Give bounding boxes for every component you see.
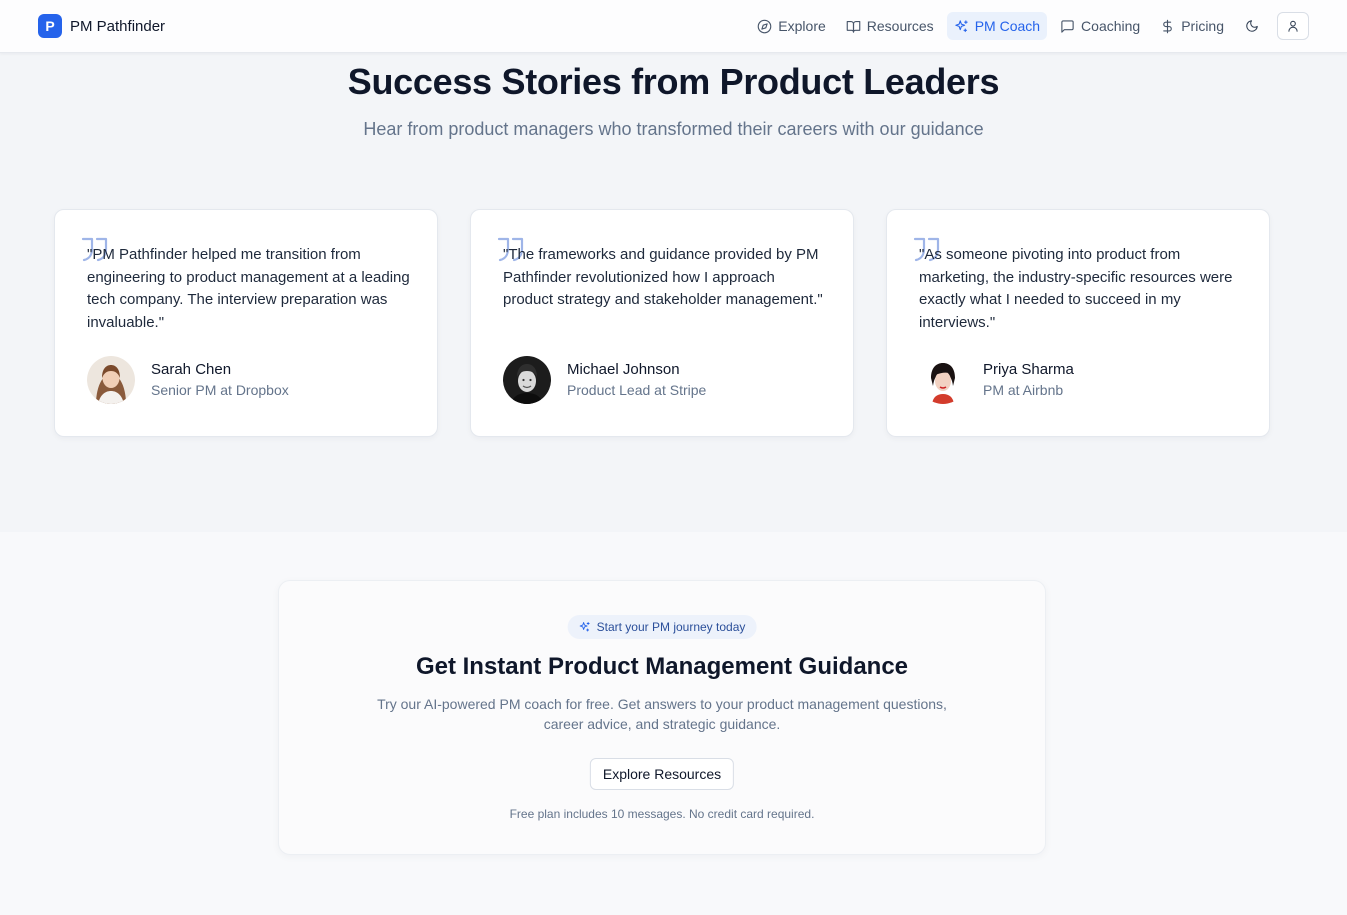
sparkles-icon [955,19,968,32]
cta-badge: Start your PM journey today [567,615,757,639]
book-open-icon [846,20,861,33]
cta-card: Start your PM journey today Get Instant … [278,580,1046,855]
message-square-icon [1061,19,1074,33]
success-stories-section: Success Stories from Product Leaders Hea… [0,53,1347,532]
moon-icon [1246,20,1258,32]
testimonial-author: Michael Johnson Product Lead at Stripe [503,356,706,404]
author-role: Senior PM at Dropbox [151,382,289,398]
testimonial-card: "The frameworks and guidance provided by… [470,209,854,437]
nav-pricing[interactable]: Pricing [1153,12,1231,40]
avatar [919,356,967,404]
section-title: Success Stories from Product Leaders [347,61,1000,102]
section-subtitle: Hear from product managers who transform… [363,119,984,139]
logo-icon: P [38,14,62,38]
testimonial-quote: "As someone pivoting into product from m… [919,246,1233,331]
compass-icon [757,19,772,33]
nav-pm-coach[interactable]: PM Coach [946,12,1048,40]
author-name: Sarah Chen [151,361,232,378]
nav-resources[interactable]: Resources [839,12,941,40]
nav-explore-label: Explore [778,18,826,34]
sparkles-icon [579,622,590,632]
author-name: Michael Johnson [567,361,680,378]
nav-coaching-label: Coaching [1081,18,1141,34]
nav-explore[interactable]: Explore [750,12,832,40]
author-name: Priya Sharma [983,361,1074,378]
user-icon [1288,20,1298,32]
cta-description: Try our AI-powered PM coach for free. Ge… [377,696,947,732]
brand-link[interactable]: P PM Pathfinder [38,14,165,38]
nav-pm-coach-label: PM Coach [974,18,1041,34]
nav-pricing-label: Pricing [1181,18,1224,34]
cta-note: Free plan includes 10 messages. No credi… [509,807,815,821]
author-role: PM at Airbnb [983,382,1064,398]
testimonial-card: "As someone pivoting into product from m… [886,209,1270,437]
avatar [87,356,135,404]
cta-section: Start your PM journey today Get Instant … [0,532,1347,915]
user-menu-button[interactable] [1277,12,1309,40]
theme-toggle-button[interactable] [1237,12,1267,40]
testimonial-quote: "PM Pathfinder helped me transition from… [87,246,410,331]
nav-coaching[interactable]: Coaching [1053,12,1147,40]
dollar-sign-icon [1163,19,1172,33]
cta-title: Get Instant Product Management Guidance [415,653,909,680]
nav-resources-label: Resources [866,18,934,34]
testimonial-author: Priya Sharma PM at Airbnb [919,356,1074,404]
testimonial-card: "PM Pathfinder helped me transition from… [54,209,438,437]
author-role: Product Lead at Stripe [567,382,707,398]
brand-name: PM Pathfinder [70,17,166,35]
top-navbar: P PM Pathfinder Explore Resources PM Coa… [0,0,1347,53]
testimonial-quote: "The frameworks and guidance provided by… [503,246,823,308]
avatar [503,356,551,404]
cta-badge-label: Start your PM journey today [596,620,746,634]
main-nav: Explore Resources PM Coach Coaching Pric… [750,12,1309,40]
explore-resources-button[interactable]: Explore Resources [589,758,735,790]
testimonial-author: Sarah Chen Senior PM at Dropbox [87,356,289,404]
